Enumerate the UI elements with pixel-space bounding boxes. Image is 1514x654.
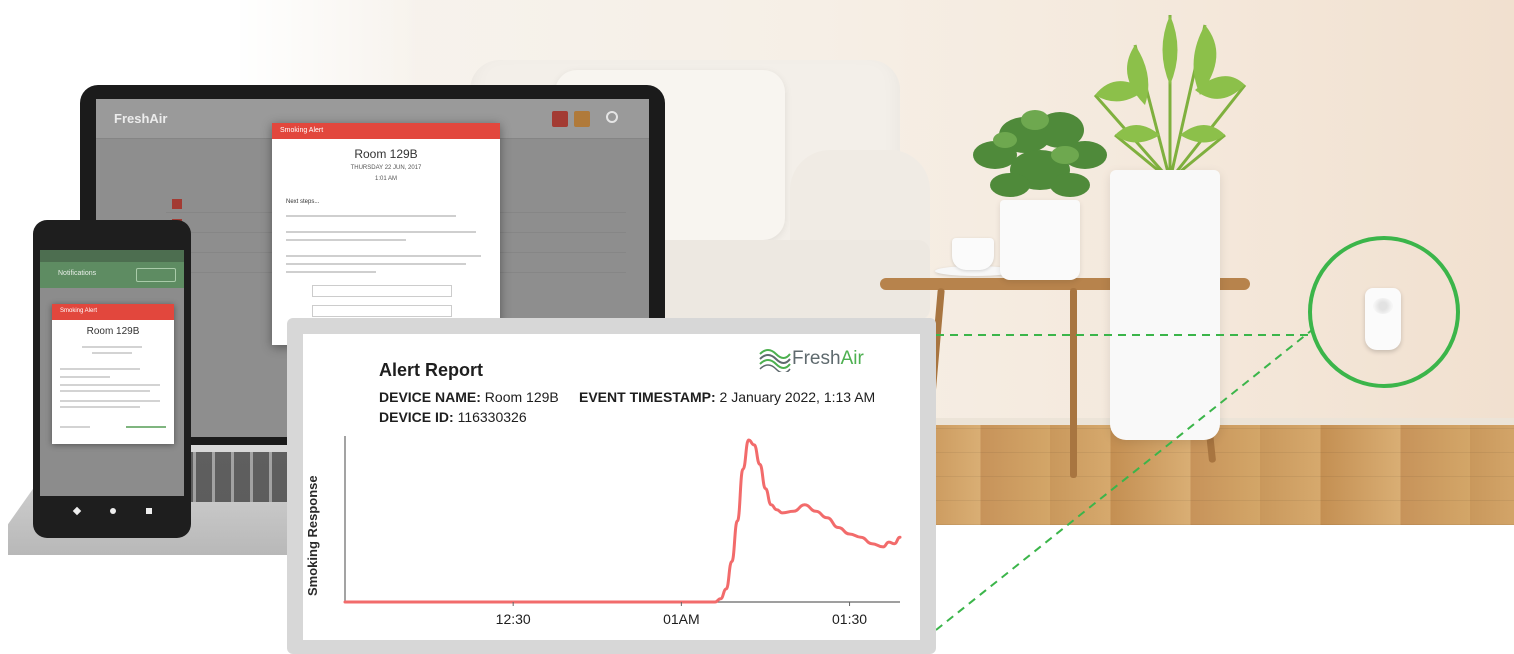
logo-air: Air	[840, 348, 864, 369]
phone-alert-card: Smoking Alert Room 129B	[52, 304, 174, 444]
phone-nav-bar	[40, 500, 184, 522]
freshair-wave-icon	[759, 349, 791, 372]
device-id: DEVICE ID: 116330326	[379, 409, 527, 425]
phone-card-action-left[interactable]	[60, 426, 90, 428]
laptop-app-logo: FreshAir	[114, 111, 168, 126]
phone-app-bar: Notifications	[40, 262, 184, 288]
sensor-highlight-ring	[1308, 236, 1460, 388]
device-name-value: Room 129B	[484, 389, 559, 405]
device-name: DEVICE NAME: Room 129B	[379, 389, 559, 405]
plant-tall	[1093, 15, 1247, 182]
user-icon[interactable]	[606, 111, 618, 123]
phone-appbar-title: Notifications	[58, 270, 97, 277]
phone-status-bar	[40, 250, 184, 262]
plant-pot-tall	[1110, 170, 1220, 440]
event-timestamp-label: EVENT TIMESTAMP:	[579, 389, 716, 405]
device-id-value: 116330326	[457, 409, 527, 425]
recents-icon[interactable]	[146, 508, 152, 514]
smoking-alert-modal: Smoking Alert Room 129B THURSDAY 22 JUN,…	[272, 123, 500, 345]
modal-date: THURSDAY 22 JUN, 2017	[350, 165, 422, 171]
x-tick-label: 01:30	[832, 611, 867, 627]
event-timestamp: EVENT TIMESTAMP: 2 January 2022, 1:13 AM	[579, 389, 875, 405]
coffee-cup	[952, 238, 994, 270]
modal-header: Smoking Alert	[272, 123, 500, 139]
smoking-response-line	[343, 438, 902, 604]
back-icon[interactable]	[72, 506, 82, 516]
modal-time: 1:01 AM	[374, 176, 397, 182]
smartphone: Notifications Smoking Alert Room 129B	[33, 220, 191, 538]
comment-field[interactable]	[312, 305, 452, 317]
home-icon[interactable]	[110, 508, 116, 514]
y-axis-label: Smoking Response	[305, 475, 320, 596]
phone-card-room: Room 129B	[86, 326, 140, 337]
freshair-logo: FreshAir	[758, 344, 908, 374]
logo-fresh: Fresh	[792, 348, 841, 369]
phone-card-action-right[interactable]	[126, 426, 166, 428]
cause-dropdown[interactable]	[312, 285, 452, 297]
smoking-response-chart: 12:30 01AM 01:30	[343, 436, 902, 627]
phone-appbar-button[interactable]	[136, 268, 176, 282]
warning-badge-icon[interactable]	[574, 111, 590, 127]
phone-screen: Notifications Smoking Alert Room 129B	[40, 250, 184, 496]
alert-report: Alert Report DEVICE NAME: Room 129B DEVI…	[303, 334, 920, 640]
device-id-label: DEVICE ID:	[379, 409, 454, 425]
x-tick-label: 01AM	[663, 611, 700, 627]
report-title: Alert Report	[379, 360, 484, 380]
phone-card-header: Smoking Alert	[52, 304, 174, 320]
plant-pot-small	[1000, 200, 1080, 280]
device-name-label: DEVICE NAME:	[379, 389, 481, 405]
modal-next-steps: Next steps...	[286, 199, 320, 205]
event-timestamp-value: 2 January 2022, 1:13 AM	[719, 389, 876, 405]
x-tick-label: 12:30	[496, 611, 531, 627]
modal-room-title: Room 129B	[354, 147, 418, 161]
alert-badge-icon[interactable]	[552, 111, 568, 127]
